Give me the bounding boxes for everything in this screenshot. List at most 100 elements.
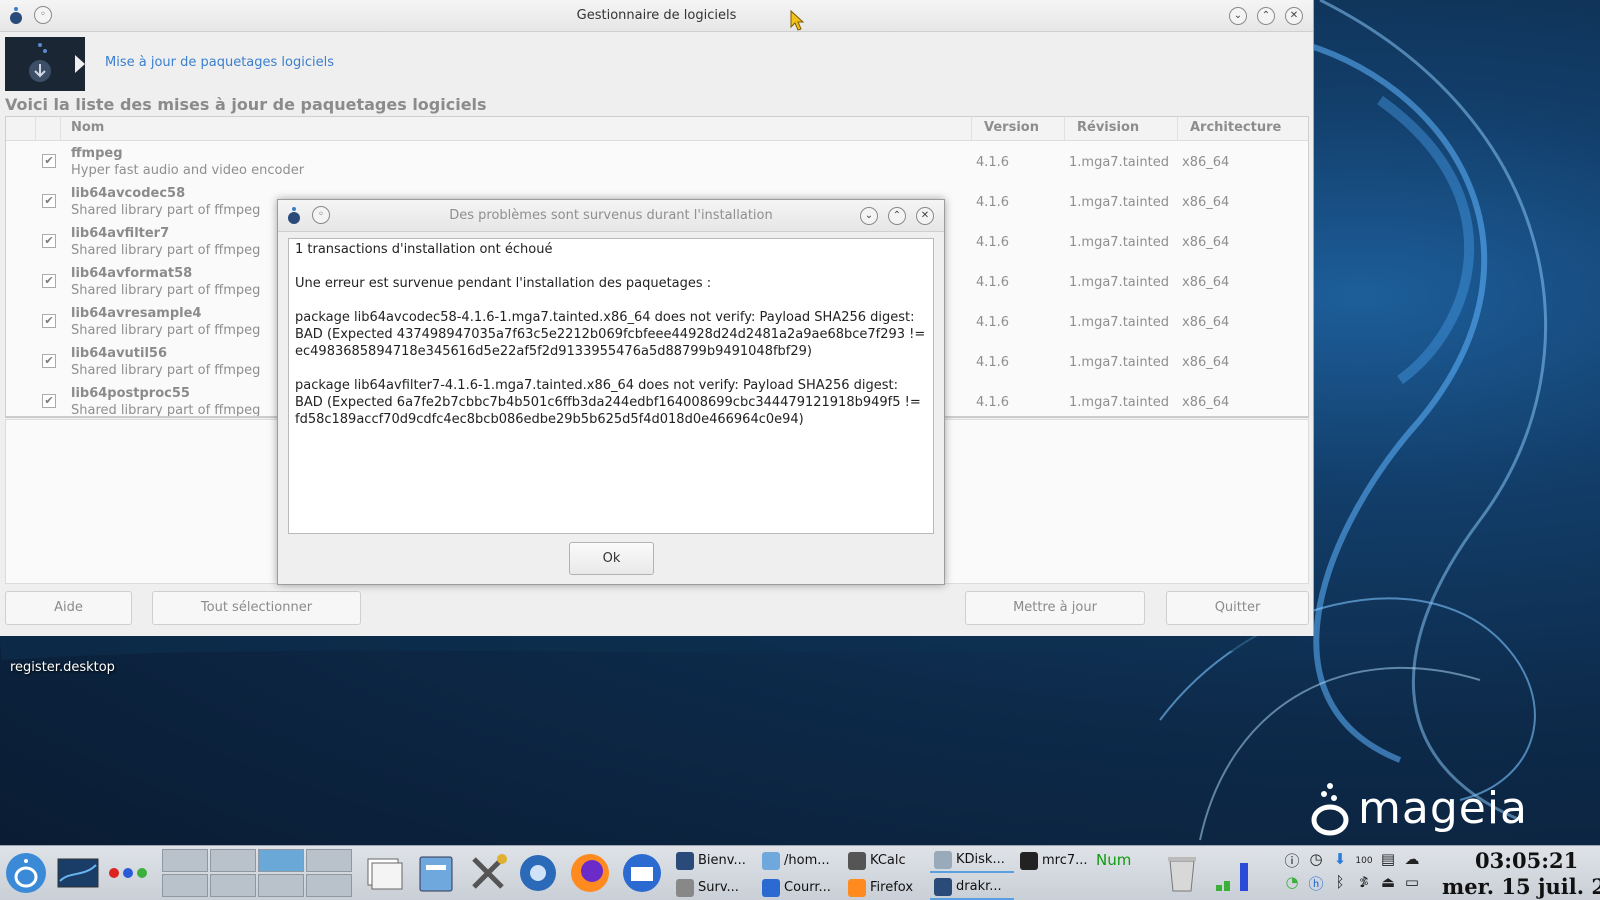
- task-home-folder[interactable]: /hom...: [758, 848, 842, 873]
- package-description: Shared library part of ffmpeg: [71, 243, 261, 258]
- header-blank: [6, 117, 36, 140]
- task-label: drakr...: [956, 879, 1002, 894]
- dialog-close-icon[interactable]: ✕: [916, 207, 934, 225]
- bluetooth-icon[interactable]: ᛒ: [1328, 873, 1352, 896]
- header-area: Mise à jour de paquetages logiciels: [5, 37, 1305, 93]
- task-mail[interactable]: Courr...: [758, 875, 842, 900]
- firefox-icon[interactable]: [568, 851, 612, 895]
- installation-error-dialog: ◦ Des problèmes sont survenus durant l'i…: [277, 199, 945, 585]
- minimize-icon[interactable]: ⌄: [1229, 7, 1247, 25]
- main-window-title: Gestionnaire de logiciels: [576, 8, 737, 23]
- dialog-titlebar[interactable]: ◦ Des problèmes sont survenus durant l'i…: [278, 200, 944, 232]
- pager-desktop-3[interactable]: [258, 849, 304, 872]
- task-kcalc[interactable]: KCalc: [844, 848, 928, 873]
- taskbar: Bienv... /hom... KCalc KDisk... mrc7... …: [0, 845, 1600, 900]
- dialog-minimize-icon[interactable]: ⌄: [860, 207, 878, 225]
- task-monitor[interactable]: Surv...: [672, 875, 756, 900]
- error-message-text[interactable]: 1 transactions d'installation ont échoué…: [288, 238, 934, 534]
- clock-time[interactable]: 03:05:21: [1475, 848, 1578, 873]
- mouse-cursor-icon: [790, 10, 804, 31]
- virtual-desktop-pager[interactable]: [162, 849, 356, 899]
- task-label: /hom...: [784, 853, 830, 868]
- row-checkbox[interactable]: ✔: [42, 314, 56, 328]
- pager-desktop-5[interactable]: [162, 874, 208, 897]
- main-window-titlebar[interactable]: ◦ Gestionnaire de logiciels ⌄ ⌃ ✕: [0, 0, 1313, 32]
- usb-device-icon[interactable]: ⏏: [1376, 873, 1400, 896]
- package-name: lib64postproc55: [71, 386, 190, 401]
- row-checkbox[interactable]: ✔: [42, 354, 56, 368]
- help-button[interactable]: Aide: [5, 591, 132, 625]
- quit-button[interactable]: Quitter: [1166, 591, 1309, 625]
- close-icon[interactable]: ✕: [1285, 7, 1303, 25]
- table-row[interactable]: ✔ ffmpeg Hyper fast audio and video enco…: [6, 141, 1308, 181]
- clipboard-icon[interactable]: ▤: [1376, 850, 1400, 873]
- task-welcome[interactable]: Bienv...: [672, 848, 756, 873]
- column-header-name[interactable]: Nom: [61, 117, 972, 140]
- activities-icon[interactable]: [106, 851, 150, 895]
- row-checkbox[interactable]: ✔: [42, 274, 56, 288]
- package-description: Shared library part of ffmpeg: [71, 283, 261, 298]
- mageia-logo: mageia: [1310, 780, 1528, 836]
- select-all-button[interactable]: Tout sélectionner: [152, 591, 361, 625]
- notifications-icon[interactable]: ⓘ: [1280, 850, 1304, 873]
- cloud-icon[interactable]: ☁: [1400, 850, 1424, 873]
- task-terminal[interactable]: mrc7...: [1016, 848, 1100, 873]
- pager-desktop-4[interactable]: [306, 849, 352, 872]
- show-desktop-icon[interactable]: [56, 851, 100, 895]
- package-name: lib64avresample4: [71, 306, 202, 321]
- package-architecture: x86_64: [1182, 355, 1230, 370]
- package-description: Shared library part of ffmpeg: [71, 363, 261, 378]
- package-version: 4.1.6: [976, 155, 1010, 170]
- clock-date[interactable]: mer. 15 juil. 20: [1442, 874, 1600, 899]
- ok-button[interactable]: Ok: [569, 542, 654, 575]
- volume-icon[interactable]: ♪: [1352, 873, 1376, 896]
- pager-desktop-6[interactable]: [210, 874, 256, 897]
- package-name: lib64avutil56: [71, 346, 168, 361]
- settings-tools-icon[interactable]: [466, 851, 510, 895]
- package-name: lib64avcodec58: [71, 186, 186, 201]
- column-header-architecture[interactable]: Architecture: [1178, 117, 1308, 140]
- pager-desktop-8[interactable]: [306, 874, 352, 897]
- row-checkbox[interactable]: ✔: [42, 394, 56, 408]
- task-drakrpm[interactable]: drakr...: [930, 875, 1014, 900]
- column-header-revision[interactable]: Révision: [1065, 117, 1178, 140]
- row-checkbox[interactable]: ✔: [42, 194, 56, 208]
- dialog-maximize-icon[interactable]: ⌃: [888, 207, 906, 225]
- package-version: 4.1.6: [976, 395, 1010, 410]
- column-header-version[interactable]: Version: [972, 117, 1065, 140]
- package-name: ffmpeg: [71, 146, 123, 161]
- pager-desktop-2[interactable]: [210, 849, 256, 872]
- update-notifier-icon[interactable]: ⬇: [1328, 850, 1352, 873]
- system-load-icon[interactable]: [1210, 851, 1254, 895]
- package-architecture: x86_64: [1182, 315, 1230, 330]
- window-list-icon[interactable]: [362, 851, 406, 895]
- list-heading: Voici la liste des mises à jour de paque…: [5, 95, 487, 114]
- task-label: Surv...: [698, 880, 739, 895]
- trash-icon[interactable]: [1160, 851, 1204, 895]
- task-kdisk[interactable]: KDisk...: [930, 848, 1014, 873]
- hp-printer-icon[interactable]: ⓗ: [1304, 873, 1328, 896]
- mageia-wordmark: mageia: [1358, 782, 1529, 834]
- row-checkbox[interactable]: ✔: [42, 154, 56, 168]
- pager-desktop-7[interactable]: [258, 874, 304, 897]
- mageia-cauldron-icon: [1311, 783, 1349, 836]
- header-link[interactable]: Mise à jour de paquetages logiciels: [105, 55, 334, 70]
- control-center-gear-icon[interactable]: [516, 851, 560, 895]
- dialog-title: Des problèmes sont survenus durant l'ins…: [449, 208, 773, 223]
- task-label: Bienv...: [698, 853, 746, 868]
- clock-alarm-icon[interactable]: ◷: [1304, 850, 1328, 873]
- desktop-icon-label[interactable]: register.desktop: [10, 660, 115, 675]
- maximize-icon[interactable]: ⌃: [1257, 7, 1275, 25]
- pager-desktop-1[interactable]: [162, 849, 208, 872]
- wifi-icon[interactable]: ◔: [1280, 873, 1304, 896]
- application-menu-icon[interactable]: [4, 851, 48, 895]
- file-manager-icon[interactable]: [414, 851, 458, 895]
- update-button[interactable]: Mettre à jour: [965, 591, 1145, 625]
- display-icon[interactable]: ▭: [1400, 873, 1424, 896]
- battery-icon[interactable]: 100 %: [1352, 850, 1376, 888]
- task-firefox[interactable]: Firefox: [844, 875, 928, 900]
- package-revision: 1.mga7.tainted: [1069, 355, 1169, 370]
- thunderbird-icon[interactable]: [620, 851, 664, 895]
- row-checkbox[interactable]: ✔: [42, 234, 56, 248]
- package-name: lib64avfilter7: [71, 226, 170, 241]
